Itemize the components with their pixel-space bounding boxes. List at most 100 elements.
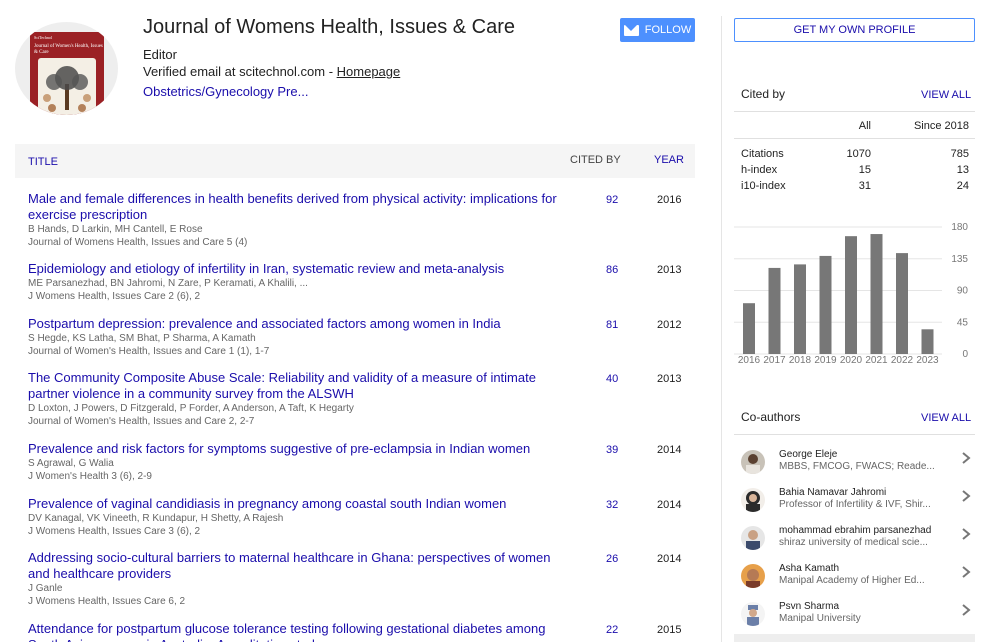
- homepage-link[interactable]: Homepage: [337, 64, 401, 79]
- coauthor-affiliation: Manipal Academy of Higher Ed...: [779, 575, 925, 586]
- chart-bar[interactable]: [921, 329, 934, 354]
- table-row: Addressing socio-cultural barriers to ma…: [28, 550, 695, 608]
- article-venue: J Womens Health, Issues Care 6, 2: [28, 596, 186, 607]
- chevron-right-icon: [962, 490, 971, 502]
- cited-by-count[interactable]: 86: [606, 264, 618, 276]
- y-tick-label: 90: [957, 286, 969, 297]
- stat-all: 31: [858, 180, 871, 192]
- article-title[interactable]: Prevalence and risk factors for symptoms…: [28, 441, 568, 457]
- cited-by-count[interactable]: 40: [606, 373, 618, 385]
- coauthor-item[interactable]: Bahia Namavar Jahromi Professor of Infer…: [734, 484, 975, 522]
- article-year: 2015: [657, 624, 682, 636]
- follow-section-strip: [734, 634, 975, 642]
- chart-bar[interactable]: [743, 303, 755, 354]
- divider: [734, 138, 975, 139]
- cited-by-count[interactable]: 26: [606, 553, 618, 565]
- article-authors: ME Parsanezhad, BN Jahromi, N Zare, P Ke…: [28, 278, 308, 289]
- article-title[interactable]: The Community Composite Abuse Scale: Rel…: [28, 370, 568, 402]
- chart-bar[interactable]: [896, 253, 908, 354]
- coauthor-item[interactable]: George Eleje MBBS, FMCOG, FWACS; Reade..…: [734, 446, 975, 484]
- profile-email: Verified email at scitechnol.com - Homep…: [143, 64, 400, 79]
- get-my-own-profile-button[interactable]: GET MY OWN PROFILE: [734, 18, 975, 42]
- chevron-right-icon: [962, 452, 971, 464]
- cited-by-count[interactable]: 22: [606, 624, 618, 636]
- stat-since: 13: [956, 164, 969, 176]
- col-since: Since 2018: [913, 120, 969, 132]
- article-title[interactable]: Epidemiology and etiology of infertility…: [28, 261, 568, 277]
- stat-since: 24: [956, 180, 969, 192]
- chart-bar[interactable]: [794, 264, 806, 354]
- cover-title-text: Journal of Women's Health, Issues & Care: [34, 44, 103, 55]
- stat-label: i10-index: [741, 180, 786, 192]
- article-title[interactable]: Male and female differences in health be…: [28, 191, 568, 223]
- chart-bar[interactable]: [768, 267, 781, 354]
- sort-by-cited[interactable]: CITED BY: [570, 154, 621, 166]
- coauthor-avatar-icon: [741, 602, 765, 626]
- interest-link[interactable]: Obstetrics/Gynecology Pre...: [143, 84, 308, 99]
- y-tick-label: 180: [951, 222, 968, 233]
- coauthor-name: George Eleje: [779, 449, 838, 460]
- chevron-right-icon: [962, 604, 971, 616]
- email-text: Verified email at scitechnol.com -: [143, 64, 337, 79]
- chart-bar[interactable]: [870, 234, 883, 354]
- coauthor-name: Bahia Namavar Jahromi: [779, 487, 887, 498]
- stat-label: h-index: [741, 164, 778, 176]
- chart-bar[interactable]: [845, 236, 857, 354]
- x-tick-label: 2019: [814, 355, 837, 366]
- x-tick-label: 2017: [763, 355, 786, 366]
- cited-by-count[interactable]: 92: [606, 194, 618, 206]
- article-authors: J Ganle: [28, 583, 63, 594]
- coauthor-avatar-icon: [741, 526, 765, 550]
- coauthor-avatar-icon: [741, 488, 765, 512]
- divider: [734, 111, 975, 112]
- table-row: Male and female differences in health be…: [28, 191, 695, 249]
- chevron-right-icon: [962, 566, 971, 578]
- profile-affiliation: Editor: [143, 47, 177, 62]
- article-title[interactable]: Addressing socio-cultural barriers to ma…: [28, 550, 568, 582]
- follow-button[interactable]: FOLLOW: [620, 18, 695, 42]
- coauthor-name: mohammad ebrahim parsanezhad: [779, 525, 932, 536]
- article-year: 2013: [657, 264, 682, 276]
- stat-all: 15: [858, 164, 871, 176]
- article-venue: J Womens Health, Issues Care 2 (6), 2: [28, 291, 201, 302]
- x-tick-label: 2016: [738, 355, 761, 366]
- envelope-icon: [623, 24, 639, 36]
- column-divider: [721, 16, 722, 642]
- cited-by-view-all-link[interactable]: VIEW ALL: [921, 89, 971, 101]
- article-authors: B Hands, D Larkin, MH Cantell, E Rose: [28, 224, 203, 235]
- table-row: Epidemiology and etiology of infertility…: [28, 261, 695, 303]
- article-venue: Journal of Womens Health, Issues and Car…: [28, 237, 248, 248]
- stat-since: 785: [950, 148, 969, 160]
- cited-by-count[interactable]: 39: [606, 444, 618, 456]
- coauthor-affiliation: Manipal University: [779, 613, 861, 624]
- articles-table-header: TITLE CITED BY YEAR: [15, 144, 695, 178]
- y-tick-label: 135: [951, 254, 968, 265]
- coauthor-item[interactable]: Psvn Sharma Manipal University: [734, 598, 975, 636]
- article-year: 2014: [657, 553, 682, 565]
- article-year: 2014: [657, 444, 682, 456]
- article-title[interactable]: Attendance for postpartum glucose tolera…: [28, 621, 568, 642]
- sort-by-year[interactable]: YEAR: [654, 154, 684, 166]
- stat-all: 1070: [846, 148, 871, 160]
- y-tick-label: 45: [957, 317, 969, 328]
- article-year: 2012: [657, 319, 682, 331]
- cited-by-count[interactable]: 81: [606, 319, 618, 331]
- coauthor-item[interactable]: mohammad ebrahim parsanezhad shiraz univ…: [734, 522, 975, 560]
- coauthor-affiliation: Professor of Infertility & IVF, Shir...: [779, 499, 931, 510]
- x-tick-label: 2022: [891, 355, 914, 366]
- article-title[interactable]: Prevalence of vaginal candidiasis in pre…: [28, 496, 568, 512]
- tree-illustration: [38, 58, 96, 115]
- coauthor-name: Asha Kamath: [779, 563, 840, 574]
- co-authors-view-all-link[interactable]: VIEW ALL: [921, 412, 971, 424]
- chart-bar[interactable]: [819, 255, 832, 354]
- article-year: 2013: [657, 373, 682, 385]
- sort-by-title[interactable]: TITLE: [28, 156, 58, 168]
- article-authors: S Agrawal, G Walia: [28, 458, 114, 469]
- article-venue: Journal of Women's Health, Issues and Ca…: [28, 346, 270, 357]
- coauthor-avatar-icon: [741, 564, 765, 588]
- article-year: 2016: [657, 194, 682, 206]
- article-title[interactable]: Postpartum depression: prevalence and as…: [28, 316, 568, 332]
- cited-by-count[interactable]: 32: [606, 499, 618, 511]
- x-tick-label: 2023: [916, 355, 939, 366]
- coauthor-item[interactable]: Asha Kamath Manipal Academy of Higher Ed…: [734, 560, 975, 598]
